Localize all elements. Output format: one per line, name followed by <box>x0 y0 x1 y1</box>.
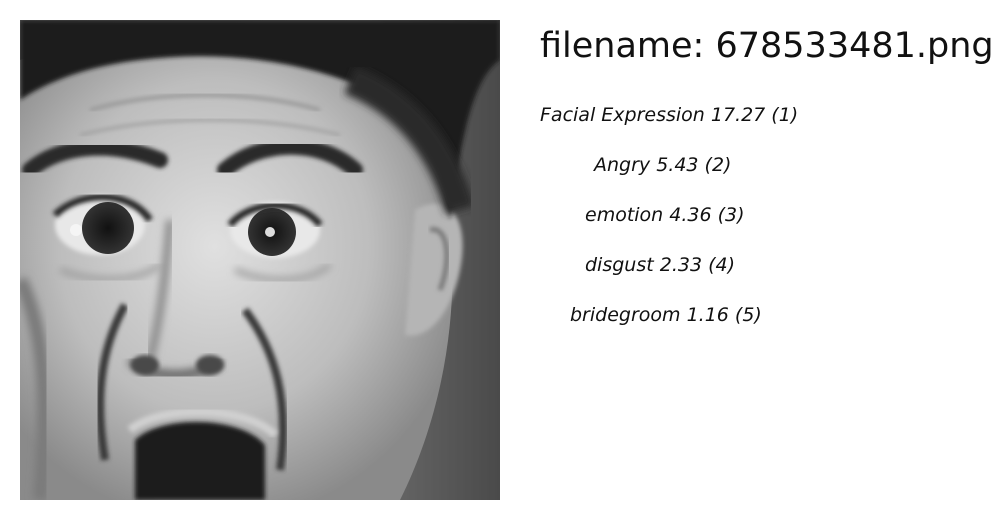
tag-5: bridegroom 1.16 (5) <box>570 304 762 326</box>
tag-3: emotion 4.36 (3) <box>585 204 745 226</box>
face-photo <box>20 20 500 500</box>
tag-1: Facial Expression 17.27 (1) <box>540 104 799 126</box>
tag-4: disgust 2.33 (4) <box>585 254 735 276</box>
filename-label: filename: 678533481.png <box>540 26 994 66</box>
face-photo-graphic <box>20 20 500 500</box>
tag-2: Angry 5.43 (2) <box>594 154 732 176</box>
